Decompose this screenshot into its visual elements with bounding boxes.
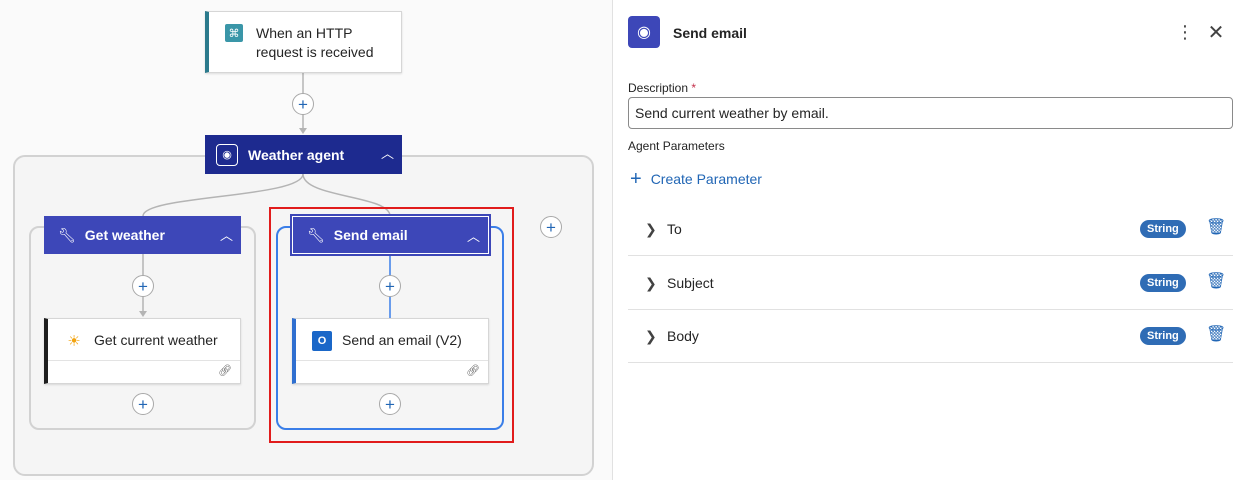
create-parameter-button[interactable]: + Create Parameter <box>630 169 762 189</box>
wrench-icon: 🔧︎ <box>58 226 76 243</box>
add-step-button[interactable]: + <box>292 93 314 115</box>
selection-highlight <box>269 207 514 443</box>
chevron-up-icon[interactable]: ︿ <box>381 143 394 162</box>
plus-icon: + <box>546 217 556 237</box>
delete-icon[interactable]: 🗑︎ <box>1206 271 1226 291</box>
chevron-right-icon[interactable]: ❯ <box>645 221 657 238</box>
add-action-button[interactable]: + <box>132 393 154 415</box>
agent-parameters-label: Agent Parameters <box>628 139 725 153</box>
tool-header-get-weather[interactable]: 🔧︎ Get weather ︿ <box>44 216 241 254</box>
description-label-text: Description <box>628 81 689 95</box>
plus-icon: + <box>298 94 308 114</box>
required-mark: * <box>691 81 697 95</box>
divider <box>48 360 240 361</box>
type-badge: String <box>1140 274 1186 292</box>
bot-icon: ◉ <box>628 16 660 48</box>
parameter-name: Subject <box>667 275 714 291</box>
add-tool-button[interactable]: + <box>540 216 562 238</box>
details-panel: ◉ Send email ⋮ ✕ Description * Agent Par… <box>612 0 1260 480</box>
add-action-button[interactable]: + <box>132 275 154 297</box>
parameter-row-to[interactable]: ❯ To String 🗑︎ <box>628 203 1233 256</box>
workflow-canvas: ⌘ When an HTTP request is received + ◉ W… <box>0 0 612 480</box>
sun-icon: ☀ <box>67 333 81 350</box>
trigger-label: When an HTTP request is received <box>256 25 374 60</box>
agent-title: Weather agent <box>248 146 345 163</box>
close-icon: ✕ <box>1207 22 1225 44</box>
close-button[interactable]: ✕ <box>1206 20 1226 45</box>
agent-header[interactable]: ◉ Weather agent ︿ <box>205 135 402 174</box>
plus-icon: + <box>138 276 148 296</box>
arrow-head-icon <box>299 128 307 134</box>
type-badge: String <box>1140 220 1186 238</box>
bot-icon: ◉ <box>216 143 238 166</box>
parameter-row-body[interactable]: ❯ Body String 🗑︎ <box>628 310 1233 363</box>
action-card-get-current-weather[interactable]: ☀ Get current weather 🔗︎ <box>44 318 241 384</box>
chevron-right-icon[interactable]: ❯ <box>645 328 657 345</box>
plus-icon: + <box>630 168 642 190</box>
chevron-right-icon[interactable]: ❯ <box>645 275 657 292</box>
arrow-head-icon <box>139 311 147 317</box>
chevron-up-icon[interactable]: ︿ <box>220 225 233 244</box>
parameter-name: Body <box>667 328 699 344</box>
trigger-card[interactable]: ⌘ When an HTTP request is received <box>205 11 402 73</box>
panel-title: Send email <box>673 25 747 41</box>
parameter-row-subject[interactable]: ❯ Subject String 🗑︎ <box>628 257 1233 310</box>
description-label: Description * <box>628 81 696 95</box>
http-trigger-icon: ⌘ <box>225 24 243 42</box>
create-parameter-label: Create Parameter <box>650 171 762 187</box>
delete-icon[interactable]: 🗑︎ <box>1206 217 1226 237</box>
action-label: Get current weather <box>94 332 218 348</box>
plus-icon: + <box>138 394 148 414</box>
link-icon: 🔗︎ <box>218 365 232 377</box>
description-input[interactable] <box>628 97 1233 129</box>
type-badge: String <box>1140 327 1186 345</box>
tool-title: Get weather <box>84 227 165 243</box>
parameter-name: To <box>667 221 682 237</box>
delete-icon[interactable]: 🗑︎ <box>1206 324 1226 344</box>
more-options-button[interactable]: ⋮ <box>1176 22 1194 43</box>
